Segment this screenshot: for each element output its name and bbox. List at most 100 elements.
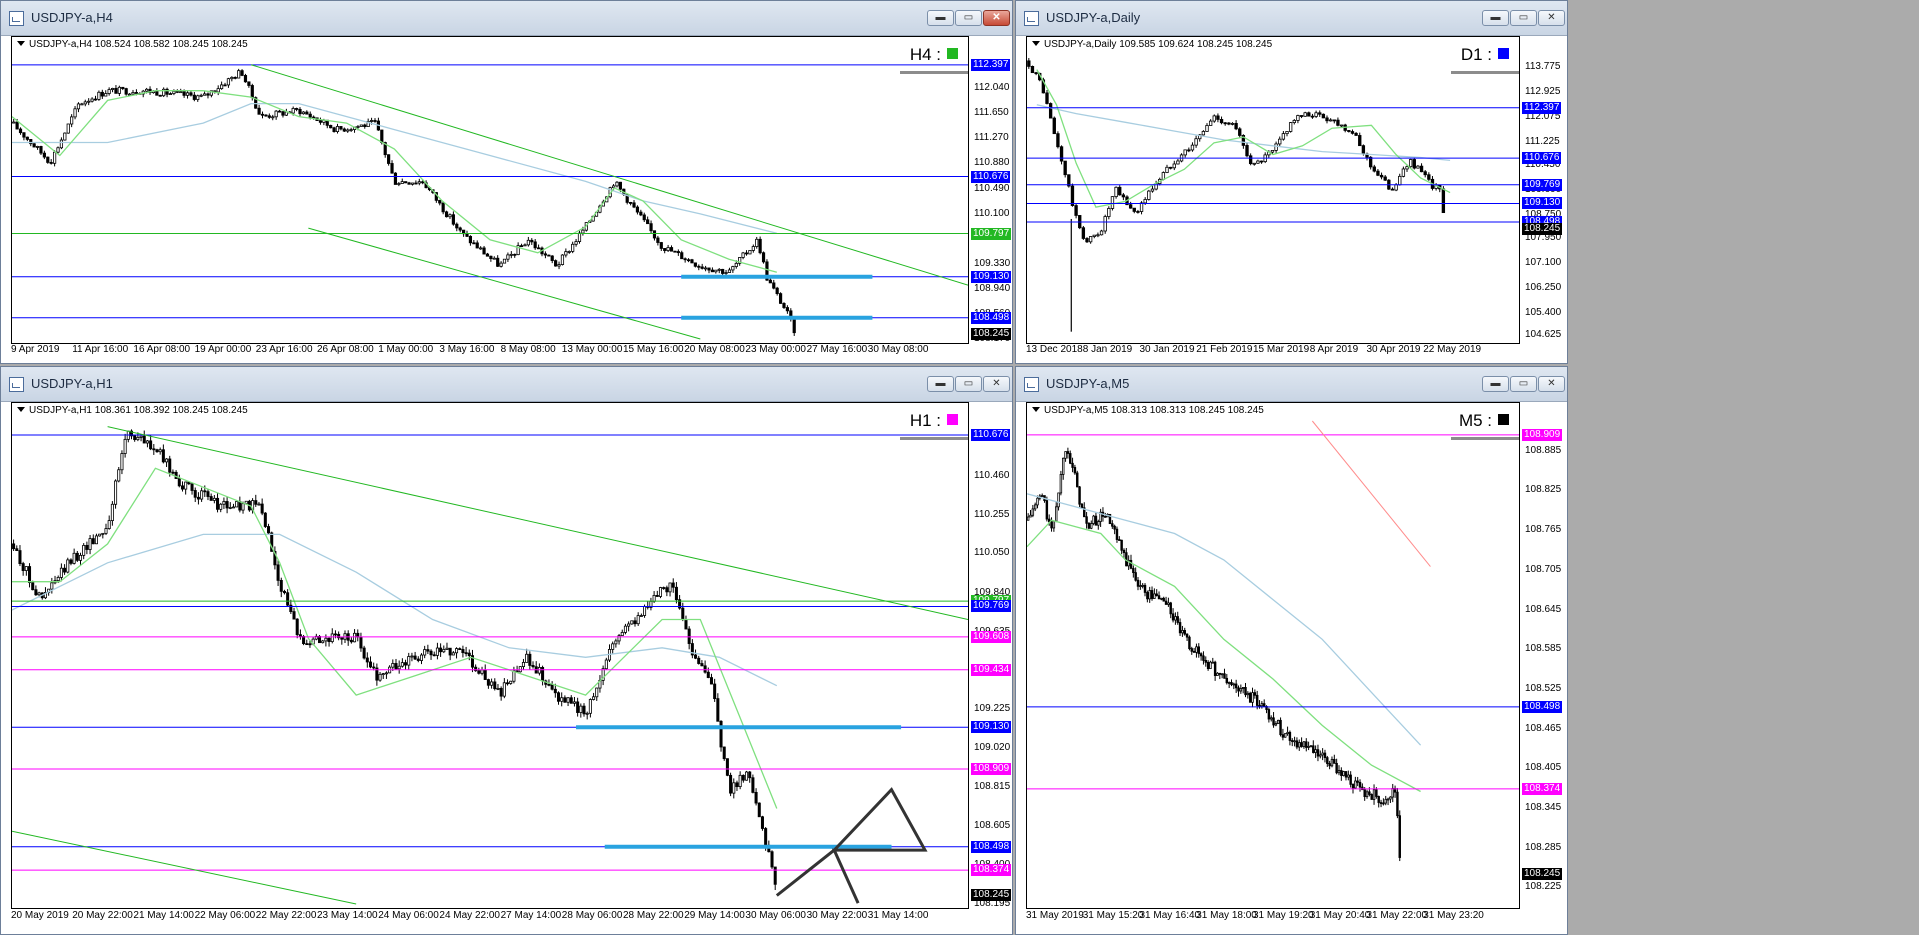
titlebar-daily[interactable]: USDJPY-a,Daily ▬ ▭ ✕ bbox=[1016, 1, 1567, 36]
minimize-button[interactable]: ▬ bbox=[1482, 376, 1509, 392]
candle-body bbox=[761, 252, 766, 263]
chart-area-h1[interactable]: USDJPY-a,H1 108.361 108.392 108.245 108.… bbox=[11, 402, 969, 909]
candle-body bbox=[1368, 791, 1371, 795]
candle-body bbox=[216, 497, 220, 510]
window-title: USDJPY-a,M5 bbox=[1046, 376, 1130, 391]
candle-body bbox=[240, 70, 244, 76]
candle-body bbox=[76, 103, 81, 110]
time-tick-label: 19 Apr 00:00 bbox=[194, 344, 252, 355]
candle-body bbox=[1350, 131, 1355, 134]
candle-body bbox=[1063, 160, 1067, 176]
candle-body bbox=[1033, 504, 1037, 510]
time-scale-m5[interactable]: 31 May 2019 31 May 15:20 31 May 16:40 31 Ma… bbox=[1026, 910, 1520, 928]
price-level-tag: 108.245 bbox=[1522, 223, 1563, 236]
candle-body bbox=[1164, 600, 1168, 605]
candle-body bbox=[114, 480, 118, 505]
candle-body bbox=[149, 440, 153, 450]
candle-body bbox=[1183, 149, 1187, 156]
candle-body bbox=[1097, 521, 1100, 526]
candle-body bbox=[230, 76, 234, 80]
candle-body bbox=[1323, 752, 1327, 759]
price-tick-label: 110.050 bbox=[974, 547, 1010, 559]
candle-body bbox=[1209, 661, 1212, 670]
candle-body bbox=[1379, 802, 1383, 804]
candle-body bbox=[1321, 752, 1324, 756]
candle-body bbox=[174, 471, 178, 479]
restore-button[interactable]: ▭ bbox=[1510, 10, 1537, 26]
candle-body bbox=[707, 267, 711, 271]
candle-body bbox=[1080, 503, 1084, 509]
chart-window-daily[interactable]: USDJPY-a,Daily ▬ ▭ ✕ USDJPY-a,Daily 109.… bbox=[1015, 0, 1568, 364]
time-tick-label: 28 May 06:00 bbox=[561, 910, 623, 921]
candle-body bbox=[1181, 630, 1184, 634]
candle-body bbox=[1292, 120, 1296, 123]
price-scale-h1[interactable]: 110.460110.255110.050109.840109.635109.4… bbox=[970, 402, 1014, 909]
candle-body bbox=[684, 619, 688, 630]
candle-body bbox=[475, 242, 479, 249]
price-tick-label: 108.285 bbox=[1525, 841, 1562, 853]
time-scale-h4[interactable]: 9 Apr 2019 11 Apr 16:00 16 Apr 08:00 19 Apr… bbox=[11, 344, 969, 362]
price-scale-m5[interactable]: 108.885 108.825 108.765 108.705 108.645 108.5… bbox=[1521, 402, 1567, 909]
candle-body bbox=[391, 663, 395, 668]
candle-body bbox=[773, 866, 777, 885]
price-tick-label: 108.815 bbox=[974, 780, 1011, 792]
candle-body bbox=[751, 246, 755, 251]
price-scale-h4[interactable]: 112.040 111.650 111.270 110.880 110.490 110.1… bbox=[970, 36, 1014, 344]
candle-body bbox=[690, 259, 694, 264]
candle-body bbox=[407, 182, 411, 185]
candle-body bbox=[241, 503, 245, 511]
chart-area-h4[interactable]: USDJPY-a,H4 108.524 108.582 108.245 108.… bbox=[11, 36, 969, 344]
titlebar-h1[interactable]: USDJPY-a,H1 ▬ ▭ ✕ bbox=[1, 367, 1012, 402]
price-scale-daily[interactable]: 113.775112.925112.075111.225110.450109.6… bbox=[1521, 36, 1567, 344]
candle-body bbox=[192, 94, 196, 100]
timeframe-color-square bbox=[1498, 414, 1509, 425]
chart-window-m5[interactable]: USDJPY-a,M5 ▬ ▭ ✕ USDJPY-a,M5 108.313 10… bbox=[1015, 366, 1568, 935]
restore-button[interactable]: ▭ bbox=[955, 376, 982, 392]
chart-window-h4[interactable]: USDJPY-a,H4 ▬ ▭ ✕ USDJPY-a,H4 108.524 10… bbox=[0, 0, 1013, 364]
chart-area-daily[interactable]: USDJPY-a,Daily 109.585 109.624 108.245 1… bbox=[1026, 36, 1520, 344]
minimize-button[interactable]: ▬ bbox=[927, 10, 954, 26]
chart-window-h1[interactable]: USDJPY-a,H1 ▬ ▭ ✕ USDJPY-a,H1 108.361 10… bbox=[0, 366, 1013, 935]
restore-button[interactable]: ▭ bbox=[955, 10, 982, 26]
candle-body bbox=[87, 100, 91, 103]
close-button[interactable]: ✕ bbox=[983, 376, 1010, 392]
candle-body bbox=[719, 720, 723, 748]
minimize-button[interactable]: ▬ bbox=[1482, 10, 1509, 26]
titlebar-h4[interactable]: USDJPY-a,H4 ▬ ▭ ✕ bbox=[1, 1, 1012, 36]
candle-body bbox=[455, 648, 459, 654]
candle-body bbox=[277, 110, 282, 113]
candle-body bbox=[206, 491, 210, 497]
minimize-button[interactable]: ▬ bbox=[927, 376, 954, 392]
candle-body bbox=[127, 93, 132, 96]
candle-body bbox=[442, 649, 446, 653]
price-level-tag: 108.245 bbox=[971, 888, 1012, 901]
candle-body bbox=[131, 92, 135, 95]
candle-body bbox=[553, 688, 557, 694]
time-tick-label: 27 May 16:00 bbox=[806, 344, 868, 355]
candle-body bbox=[1318, 112, 1322, 115]
titlebar-m5[interactable]: USDJPY-a,M5 ▬ ▭ ✕ bbox=[1016, 367, 1567, 402]
candle-body bbox=[1251, 692, 1254, 703]
candle-body bbox=[124, 88, 128, 95]
time-scale-daily[interactable]: 13 Dec 2018 8 Jan 2019 30 Jan 2019 21 Feb 2… bbox=[1026, 344, 1520, 362]
candle-body bbox=[31, 582, 35, 591]
restore-button[interactable]: ▭ bbox=[1510, 376, 1537, 392]
candle-body bbox=[83, 101, 87, 105]
time-tick-label: 31 May 22:00 bbox=[1366, 910, 1428, 921]
close-button[interactable]: ✕ bbox=[983, 10, 1010, 26]
close-button[interactable]: ✕ bbox=[1538, 10, 1565, 26]
price-tick-label: 106.250 bbox=[1525, 281, 1562, 293]
time-tick-label: 30 Jan 2019 bbox=[1139, 344, 1195, 355]
chart-area-m5[interactable]: USDJPY-a,M5 108.313 108.313 108.245 108.… bbox=[1026, 402, 1520, 909]
close-button[interactable]: ✕ bbox=[1538, 376, 1565, 392]
candle-body bbox=[1337, 770, 1341, 774]
trendline bbox=[107, 426, 968, 620]
candle-body bbox=[536, 247, 541, 250]
candle-body bbox=[1277, 719, 1280, 724]
candle-body bbox=[1245, 145, 1249, 157]
candle-body bbox=[117, 86, 121, 94]
candle-body bbox=[1368, 156, 1373, 168]
candle-body bbox=[423, 649, 427, 656]
candle-body bbox=[1365, 791, 1369, 798]
time-scale-h1[interactable]: 20 May 2019 20 May 22:00 21 May 14:00 22 Ma… bbox=[11, 910, 969, 928]
